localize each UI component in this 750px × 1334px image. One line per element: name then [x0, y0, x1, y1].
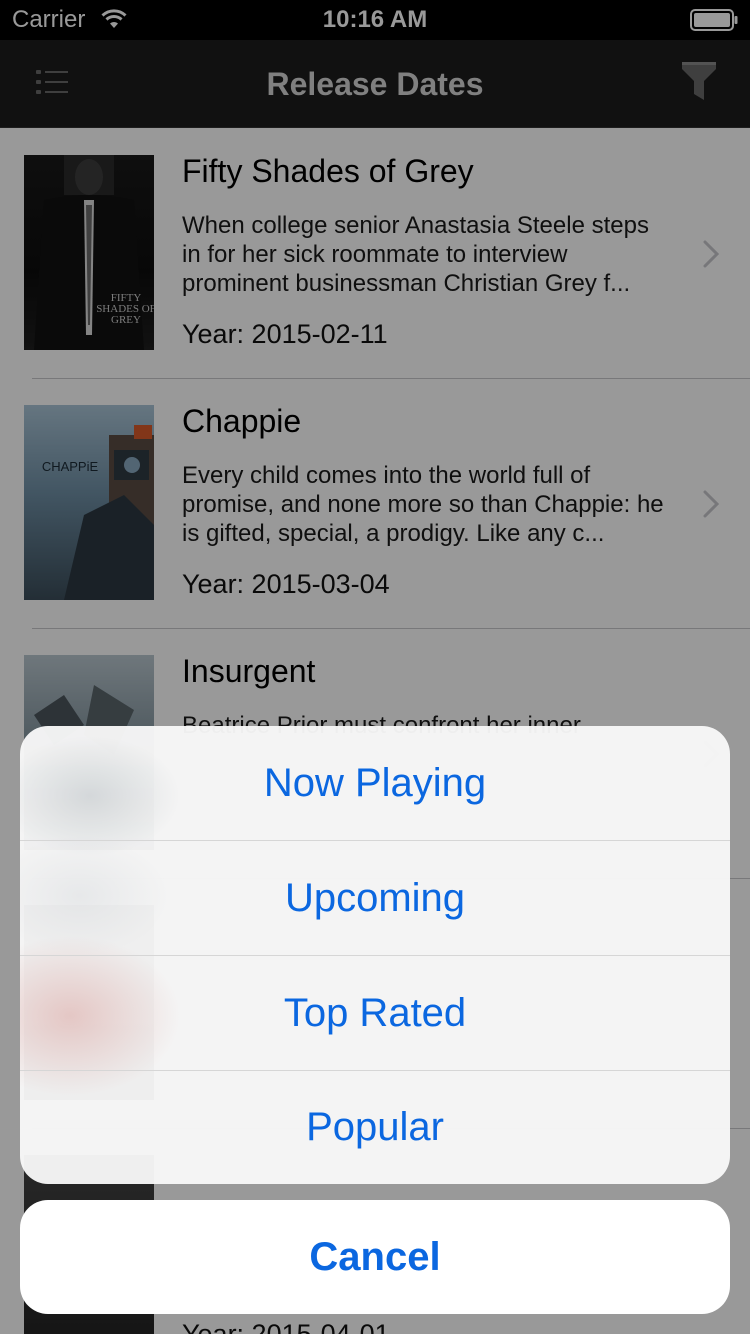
option-upcoming[interactable]: Upcoming — [20, 841, 730, 956]
option-top-rated[interactable]: Top Rated — [20, 956, 730, 1071]
option-popular[interactable]: Popular — [20, 1071, 730, 1184]
option-now-playing[interactable]: Now Playing — [20, 726, 730, 841]
action-sheet: Now Playing Upcoming Top Rated Popular — [20, 726, 730, 1184]
cancel-button[interactable]: Cancel — [20, 1200, 730, 1314]
